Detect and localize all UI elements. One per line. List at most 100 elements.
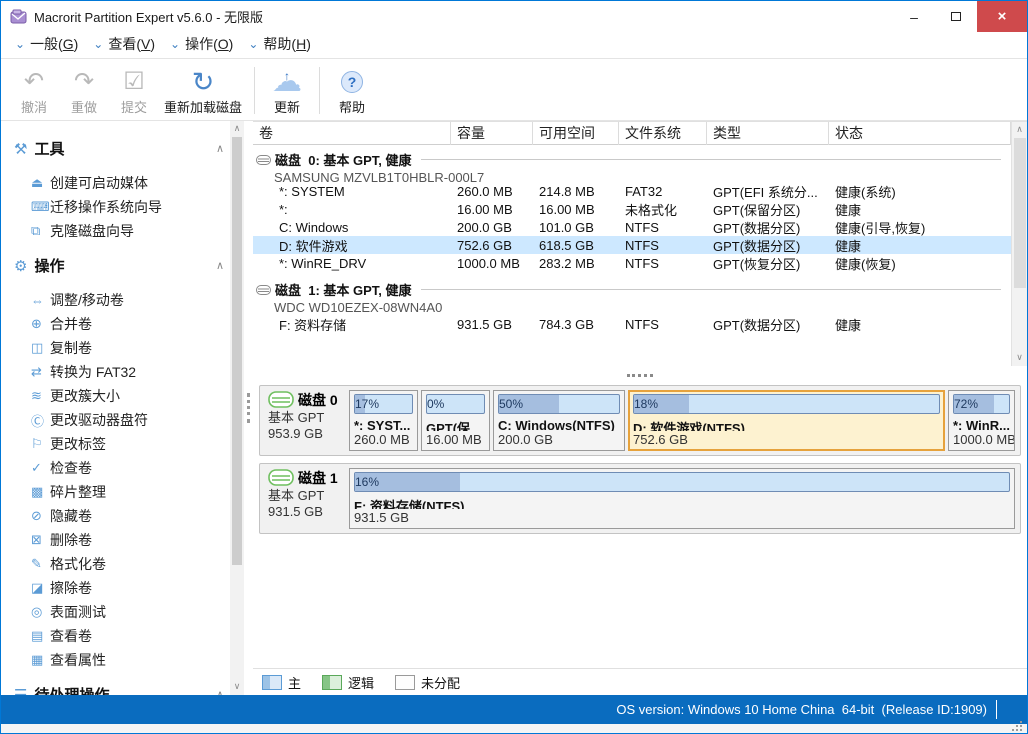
partition-block-reserved[interactable]: 0% GPT(保... 16.00 MB xyxy=(421,390,490,451)
status-bar: OS version: Windows 10 Home China 64-bit… xyxy=(1,695,1027,724)
maximize-button[interactable] xyxy=(935,1,977,32)
close-button[interactable]: × xyxy=(977,1,1027,32)
column-free-space[interactable]: 可用空间 xyxy=(533,122,619,145)
table-row[interactable]: *:16.00 MB16.00 MB未格式化GPT(保留分区)健康 xyxy=(253,200,1011,218)
sidebar-scrollbar-thumb[interactable] xyxy=(232,137,242,565)
menu-operation[interactable]: ⌄操作(O) xyxy=(164,32,242,58)
table-body: 磁盘 0: 基本 GPT, 健康 SAMSUNG MZVLB1T0HBLR-00… xyxy=(253,145,1011,366)
sidebar-item-convert-to-fat32[interactable]: ⇄转换为 FAT32 xyxy=(1,360,230,384)
main-panel: 卷 容量 可用空间 文件系统 类型 状态 磁盘 0: 基本 GPT, 健康 xyxy=(253,121,1027,695)
table-row-selected[interactable]: D: 软件游戏752.6 GB618.5 GBNTFSGPT(数据分区)健康 xyxy=(253,236,1011,254)
sidebar-item-migrate-os-wizard[interactable]: ⌨迁移操作系统向导 xyxy=(1,195,230,219)
partition-block-d-selected[interactable]: 18% D: 软件游戏(NTFS) 752.6 GB xyxy=(628,390,945,451)
column-type[interactable]: 类型 xyxy=(707,122,829,145)
usage-bar: 17% xyxy=(354,394,413,414)
sidebar-scrollbar[interactable]: ∧ ∨ xyxy=(230,121,244,695)
disk-group-header[interactable]: 磁盘 0: 基本 GPT, 健康 SAMSUNG MZVLB1T0HBLR-00… xyxy=(253,145,1011,182)
sidebar-item-create-bootable-media[interactable]: ⏏创建可启动媒体 xyxy=(1,171,230,195)
sidebar-item-hide-volume[interactable]: ⊘隐藏卷 xyxy=(1,504,230,528)
sidebar-item-view-volume[interactable]: ▤查看卷 xyxy=(1,624,230,648)
commit-button[interactable]: ☑ 提交 xyxy=(109,64,159,117)
column-volume[interactable]: 卷 xyxy=(253,122,451,145)
menu-view[interactable]: ⌄查看(V) xyxy=(87,32,164,58)
sidebar-item-surface-test[interactable]: ◎表面测试 xyxy=(1,600,230,624)
table-row[interactable]: *: SYSTEM260.0 MB214.8 MBFAT32GPT(EFI 系统… xyxy=(253,182,1011,200)
copy-icon: ◫ xyxy=(31,340,50,356)
menu-help[interactable]: ⌄帮助(H) xyxy=(242,32,320,58)
green-disk-icon xyxy=(268,469,294,486)
logical-swatch xyxy=(322,675,342,690)
sidebar-splitter[interactable] xyxy=(244,121,253,695)
app-body: ⚒ 工具 ∧ ⏏创建可启动媒体 ⌨迁移操作系统向导 ⧉克隆磁盘向导 ⚙ 操作 ∧… xyxy=(1,121,1027,695)
disk-scheme: 基本 GPT xyxy=(268,410,347,426)
update-button[interactable]: ☁↑ 更新 xyxy=(262,64,312,117)
table-row[interactable]: F: 资料存储931.5 GB784.3 GBNTFSGPT(数据分区)健康 xyxy=(253,315,1011,333)
sidebar-item-view-properties[interactable]: ▦查看属性 xyxy=(1,648,230,672)
sidebar-item-clone-disk-wizard[interactable]: ⧉克隆磁盘向导 xyxy=(1,219,230,243)
column-status[interactable]: 状态 xyxy=(829,122,1011,145)
table-scrollbar[interactable]: ∧ ∨ xyxy=(1011,122,1027,366)
table-scrollbar-thumb[interactable] xyxy=(1014,138,1026,288)
column-capacity[interactable]: 容量 xyxy=(451,122,533,145)
disk-1-panel: 磁盘 1 基本 GPT 931.5 GB 16% F: 资料存储(NTFS) 9… xyxy=(259,463,1021,534)
sidebar-section-tools[interactable]: ⚒ 工具 ∧ xyxy=(1,133,230,164)
migrate-os-icon: ⌨ xyxy=(31,199,50,215)
disk-0-info[interactable]: 磁盘 0 基本 GPT 953.9 GB xyxy=(265,390,349,451)
sidebar-item-resize-move-volume[interactable]: ⇔调整/移动卷 xyxy=(1,288,230,312)
chevron-down-icon: ⌄ xyxy=(15,39,25,49)
maximize-icon xyxy=(951,12,961,21)
sidebar-item-change-label[interactable]: ⚐更改标签 xyxy=(1,432,230,456)
cluster-size-icon: ≋ xyxy=(31,388,50,404)
bottom-strip xyxy=(1,724,1027,733)
collapse-icon[interactable]: ∧ xyxy=(216,688,224,695)
sidebar-section-operations[interactable]: ⚙ 操作 ∧ xyxy=(1,250,230,281)
scroll-up-icon[interactable]: ∧ xyxy=(234,123,241,135)
undo-button[interactable]: ↶ 撤消 xyxy=(9,64,59,117)
help-button[interactable]: ? 帮助 xyxy=(327,64,377,117)
collapse-icon[interactable]: ∧ xyxy=(216,142,224,155)
sidebar-item-check-volume[interactable]: ✓检查卷 xyxy=(1,456,230,480)
partition-block-system[interactable]: 17% *: SYST... 260.0 MB xyxy=(349,390,418,451)
redo-button[interactable]: ↷ 重做 xyxy=(59,64,109,117)
sidebar-item-merge-volume[interactable]: ⊕合并卷 xyxy=(1,312,230,336)
sidebar-item-change-drive-letter[interactable]: Ⓒ更改驱动器盘符 xyxy=(1,408,230,432)
scroll-down-icon[interactable]: ∨ xyxy=(234,681,241,693)
table-row[interactable]: C: Windows200.0 GB101.0 GBNTFSGPT(数据分区)健… xyxy=(253,218,1011,236)
sidebar-section-pending-operations[interactable]: ☰ 待处理操作 ∧ xyxy=(1,679,230,695)
usage-bar: 72% xyxy=(953,394,1010,414)
pending-operations-icon: ☰ xyxy=(14,686,27,696)
up-arrow-icon: ↑ xyxy=(284,62,290,90)
partition-block-winre[interactable]: 72% *: WinR... 1000.0 MB xyxy=(948,390,1015,451)
table-row[interactable]: *: WinRE_DRV1000.0 MB283.2 MBNTFSGPT(恢复分… xyxy=(253,254,1011,272)
disk-1-info[interactable]: 磁盘 1 基本 GPT 931.5 GB xyxy=(265,468,349,529)
undo-icon: ↶ xyxy=(24,64,44,96)
chevron-down-icon: ⌄ xyxy=(93,39,103,49)
table-panel-splitter[interactable] xyxy=(253,366,1027,385)
legend-logical: 逻辑 xyxy=(322,673,374,692)
sidebar-item-defragment[interactable]: ▩碎片整理 xyxy=(1,480,230,504)
minimize-button[interactable]: – xyxy=(893,1,935,32)
sidebar-item-delete-volume[interactable]: ⊠删除卷 xyxy=(1,528,230,552)
partition-block-f[interactable]: 16% F: 资料存储(NTFS) 931.5 GB xyxy=(349,468,1015,529)
table-header: 卷 容量 可用空间 文件系统 类型 状态 xyxy=(253,122,1011,145)
partition-block-c[interactable]: 50% C: Windows(NTFS) 200.0 GB xyxy=(493,390,625,451)
resize-grip[interactable] xyxy=(1020,729,1022,731)
column-file-system[interactable]: 文件系统 xyxy=(619,122,707,145)
scroll-up-icon[interactable]: ∧ xyxy=(1016,124,1023,136)
scroll-down-icon[interactable]: ∨ xyxy=(1016,352,1023,364)
sidebar-item-copy-volume[interactable]: ◫复制卷 xyxy=(1,336,230,360)
menu-general[interactable]: ⌄一般(G) xyxy=(9,32,87,58)
minimize-icon: – xyxy=(910,9,918,25)
disk-group-header[interactable]: 磁盘 1: 基本 GPT, 健康 WDC WD10EZEX-08WN4A0 xyxy=(253,275,1011,312)
sidebar-item-change-cluster-size[interactable]: ≋更改簇大小 xyxy=(1,384,230,408)
legend-unallocated: 未分配 xyxy=(395,673,460,692)
defrag-icon: ▩ xyxy=(31,484,50,500)
collapse-icon[interactable]: ∧ xyxy=(216,259,224,272)
chevron-down-icon: ⌄ xyxy=(248,39,258,49)
usage-bar: 18% xyxy=(633,394,940,414)
sidebar-item-format-volume[interactable]: ✎格式化卷 xyxy=(1,552,230,576)
legend: 主 逻辑 未分配 xyxy=(253,668,1027,695)
sidebar-item-wipe-volume[interactable]: ◪擦除卷 xyxy=(1,576,230,600)
reload-disks-button[interactable]: ↻ 重新加载磁盘 xyxy=(159,64,247,117)
disk-size: 931.5 GB xyxy=(268,504,347,520)
